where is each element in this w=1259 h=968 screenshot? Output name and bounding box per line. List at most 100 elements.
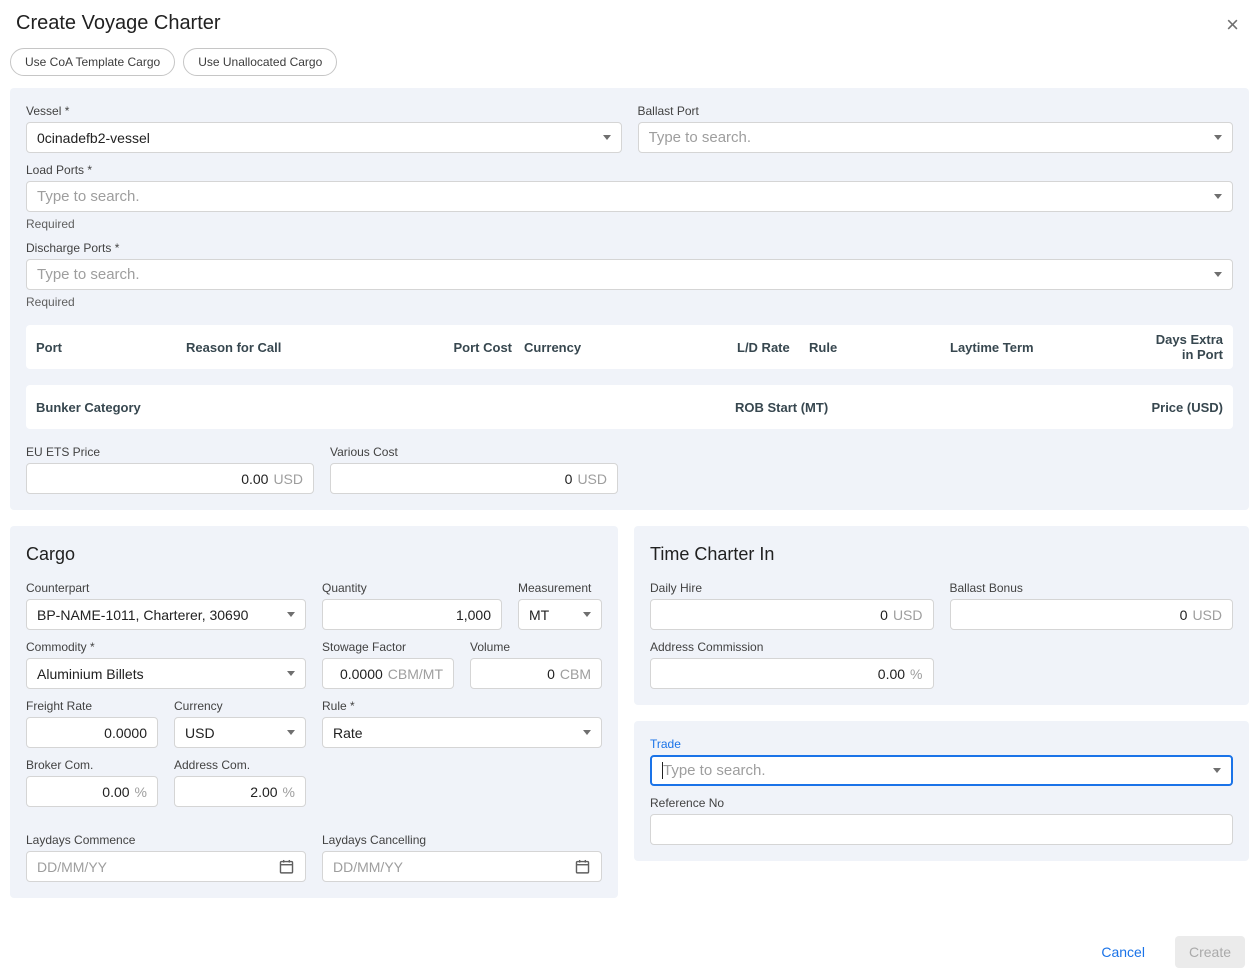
discharge-ports-input[interactable]	[37, 260, 1206, 289]
ports-header-laytime-term: Laytime Term	[950, 340, 1150, 355]
quantity-value: 1,000	[456, 607, 491, 623]
trade-input[interactable]	[663, 757, 1205, 784]
daily-hire-label: Daily Hire	[650, 581, 934, 595]
ballast-port-field: Ballast Port	[638, 104, 1234, 153]
calendar-icon[interactable]	[574, 858, 591, 875]
freight-rate-field: Freight Rate 0.0000	[26, 699, 158, 748]
currency-select[interactable]: USD	[174, 717, 306, 748]
chevron-down-icon	[603, 135, 611, 140]
reference-no-input[interactable]	[661, 815, 1222, 844]
measurement-label: Measurement	[518, 581, 602, 595]
laydays-cancelling-label: Laydays Cancelling	[322, 833, 602, 847]
stowage-factor-input[interactable]: 0.0000 CBM/MT	[322, 658, 454, 689]
chevron-down-icon	[1213, 768, 1221, 773]
use-coa-template-cargo-button[interactable]: Use CoA Template Cargo	[10, 48, 175, 76]
rule-select[interactable]: Rate	[322, 717, 602, 748]
bunkers-header-category: Bunker Category	[36, 400, 735, 415]
trade-select	[650, 755, 1233, 786]
ballast-bonus-value: 0	[1180, 607, 1188, 623]
stowage-factor-value: 0.0000	[340, 666, 383, 682]
ports-header-ld-rate: L/D Rate	[737, 340, 797, 355]
dialog-header: Create Voyage Charter ×	[0, 0, 1259, 46]
stowage-factor-field: Stowage Factor 0.0000 CBM/MT	[322, 640, 454, 689]
chevron-down-icon	[583, 612, 591, 617]
discharge-ports-required-hint: Required	[26, 295, 1233, 309]
rule-field: Rule * Rate	[322, 699, 602, 748]
various-cost-value: 0	[565, 471, 573, 487]
trade-label: Trade	[650, 737, 1233, 751]
address-com-field: Address Com. 2.00 %	[174, 758, 306, 807]
eu-ets-price-unit: USD	[273, 471, 303, 487]
ports-table-header: Port Reason for Call Port Cost Currency …	[26, 325, 1233, 369]
eu-ets-price-input[interactable]: 0.00 USD	[26, 463, 314, 494]
counterpart-select[interactable]: BP-NAME-1011, Charterer, 30690	[26, 599, 306, 630]
quantity-input[interactable]: 1,000	[322, 599, 502, 630]
address-com-value: 2.00	[250, 784, 277, 800]
reference-no-field: Reference No	[650, 796, 1233, 845]
chevron-down-icon	[583, 730, 591, 735]
address-commission-input: 0.00 %	[650, 658, 934, 689]
address-com-unit: %	[283, 784, 295, 800]
cargo-source-toggle: Use CoA Template Cargo Use Unallocated C…	[10, 48, 1249, 76]
eu-ets-price-value: 0.00	[241, 471, 268, 487]
measurement-select[interactable]: MT	[518, 599, 602, 630]
measurement-field: Measurement MT	[518, 581, 602, 630]
chevron-down-icon	[287, 612, 295, 617]
rule-value: Rate	[333, 725, 363, 741]
cargo-section-title: Cargo	[26, 544, 602, 565]
time-charter-in-title: Time Charter In	[650, 544, 1233, 565]
address-commission-value: 0.00	[878, 666, 905, 682]
various-cost-input[interactable]: 0 USD	[330, 463, 618, 494]
ballast-port-select	[638, 122, 1234, 153]
load-ports-label: Load Ports *	[26, 163, 1233, 177]
laydays-cancelling-input[interactable]: DD/MM/YY	[322, 851, 602, 882]
measurement-value: MT	[529, 607, 549, 623]
load-ports-input[interactable]	[37, 182, 1206, 211]
laydays-commence-placeholder: DD/MM/YY	[37, 859, 107, 875]
ports-header-days-extra: Days Extra in Port	[1150, 332, 1223, 362]
address-commission-label: Address Commission	[650, 640, 934, 654]
discharge-ports-field: Discharge Ports * Required	[26, 241, 1233, 309]
ports-header-port-cost: Port Cost	[448, 340, 512, 355]
create-button[interactable]: Create	[1175, 936, 1245, 968]
stowage-factor-unit: CBM/MT	[388, 666, 443, 682]
commodity-select[interactable]: Aluminium Billets	[26, 658, 306, 689]
dialog-footer: Cancel Create	[0, 936, 1245, 968]
cancel-button[interactable]: Cancel	[1101, 944, 1145, 960]
laydays-commence-field: Laydays Commence DD/MM/YY	[26, 833, 306, 882]
vessel-select[interactable]: 0cinadefb2-vessel	[26, 122, 622, 153]
discharge-ports-label: Discharge Ports *	[26, 241, 1233, 255]
trade-panel: Trade Reference No	[634, 721, 1249, 861]
laydays-commence-input[interactable]: DD/MM/YY	[26, 851, 306, 882]
address-com-input[interactable]: 2.00 %	[174, 776, 306, 807]
broker-com-field: Broker Com. 0.00 %	[26, 758, 158, 807]
various-cost-label: Various Cost	[330, 445, 618, 459]
daily-hire-input: 0 USD	[650, 599, 934, 630]
chevron-down-icon	[1214, 135, 1222, 140]
ballast-bonus-input: 0 USD	[950, 599, 1234, 630]
ports-header-currency: Currency	[512, 340, 737, 355]
broker-com-input[interactable]: 0.00 %	[26, 776, 158, 807]
ports-header-reason: Reason for Call	[186, 340, 448, 355]
time-charter-in-panel: Time Charter In Daily Hire 0 USD Ballast…	[634, 526, 1249, 705]
volume-value: 0	[547, 666, 555, 682]
use-unallocated-cargo-button[interactable]: Use Unallocated Cargo	[183, 48, 337, 76]
calendar-icon[interactable]	[278, 858, 295, 875]
rule-label: Rule *	[322, 699, 602, 713]
freight-rate-value: 0.0000	[104, 725, 147, 741]
close-icon[interactable]: ×	[1220, 12, 1245, 38]
vessel-field: Vessel * 0cinadefb2-vessel	[26, 104, 622, 153]
chevron-down-icon	[287, 730, 295, 735]
ballast-port-input[interactable]	[649, 123, 1207, 152]
volume-unit: CBM	[560, 666, 591, 682]
currency-label: Currency	[174, 699, 306, 713]
cargo-panel: Cargo Counterpart BP-NAME-1011, Chartere…	[10, 526, 618, 898]
eu-ets-price-label: EU ETS Price	[26, 445, 314, 459]
stowage-factor-label: Stowage Factor	[322, 640, 454, 654]
freight-rate-input[interactable]: 0.0000	[26, 717, 158, 748]
counterpart-value: BP-NAME-1011, Charterer, 30690	[37, 607, 248, 623]
ballast-bonus-unit: USD	[1192, 607, 1222, 623]
quantity-field: Quantity 1,000	[322, 581, 502, 630]
bunkers-header-price: Price (USD)	[1151, 400, 1223, 415]
eu-ets-price-field: EU ETS Price 0.00 USD	[26, 445, 314, 494]
